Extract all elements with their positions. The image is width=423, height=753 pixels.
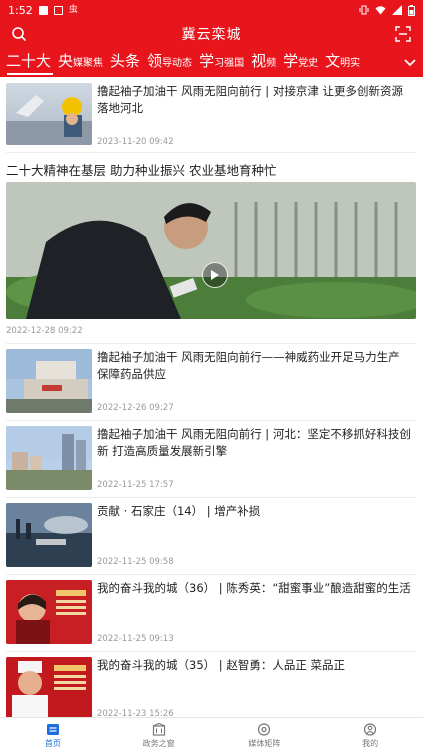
nav-label: 首页 — [44, 738, 61, 748]
news-timestamp: 2022-12-26 09:27 — [97, 403, 174, 413]
tab-sublabel: 明实 — [340, 58, 361, 69]
play-icon — [211, 270, 219, 280]
news-title: 我的奋斗我的城（35） | 赵智勇：人品正 菜品正 — [97, 658, 345, 672]
news-thumbnail — [6, 580, 92, 644]
divider — [6, 152, 417, 153]
nav-home[interactable]: 首页 — [0, 718, 106, 753]
tab-central-media[interactable]: 央 媒聚焦 — [56, 50, 108, 77]
news-item[interactable]: 我的奋斗我的城（35） | 赵智勇：人品正 菜品正 2022-11-23 15:… — [0, 657, 423, 717]
vibrate-icon — [359, 5, 369, 15]
clock: 1:52 — [8, 3, 33, 17]
nav-media-matrix[interactable]: 媒体矩阵 — [212, 718, 318, 753]
video-news-item[interactable]: 二十大精神在基层 助力种业振兴 农业基地育种忙 2022-12-28 09:22 — [0, 155, 423, 341]
notification-icon — [38, 5, 48, 15]
signal-icon — [392, 5, 402, 15]
tab-video[interactable]: 视 频 — [249, 50, 281, 77]
tab-label: 央 — [58, 52, 74, 70]
news-item[interactable]: 贡献 · 石家庄（14） | 增产补损 2022-11-25 09:58 — [0, 503, 423, 575]
app-header: 冀云栾城 — [0, 20, 423, 48]
nav-label: 媒体矩阵 — [248, 738, 281, 748]
news-title: 撸起袖子加油干 风雨无阻向前行 | 对接京津 让更多创新资源落地河北 — [97, 84, 403, 115]
tabs-expand-button[interactable] — [397, 48, 423, 77]
news-thumbnail — [6, 83, 92, 145]
tab-party-history[interactable]: 学 党史 — [281, 50, 323, 77]
tab-sublabel: 导动态 — [162, 58, 193, 69]
news-item[interactable]: 撸起袖子加油干 风雨无阻向前行 | 河北：坚定不移抓好科技创新 打造高质量发展新… — [0, 426, 423, 498]
news-item[interactable]: 撸起袖子加油干 风雨无阻向前行——神威药业开足马力生产 保障药品供应 2022-… — [0, 349, 423, 421]
tab-label: 视 — [251, 52, 267, 70]
tab-label: 头条 — [110, 52, 141, 70]
news-thumbnail — [6, 349, 92, 413]
gallery-notification-icon — [53, 5, 63, 15]
news-timestamp: 2022-11-25 09:58 — [97, 557, 174, 567]
news-timestamp: 2022-11-25 17:57 — [97, 480, 174, 490]
profile-icon — [364, 722, 377, 736]
tab-civilization[interactable]: 文 明实 — [323, 50, 365, 77]
tab-leadership[interactable]: 领 导动态 — [145, 50, 197, 77]
nav-label: 我的 — [362, 738, 379, 748]
nav-profile[interactable]: 我的 — [317, 718, 423, 753]
news-title: 撸起袖子加油干 风雨无阻向前行 | 河北：坚定不移抓好科技创新 打造高质量发展新… — [97, 427, 411, 458]
matrix-icon — [258, 722, 271, 736]
tab-headlines[interactable]: 头条 — [108, 50, 145, 77]
tab-sublabel: 媒聚焦 — [73, 58, 104, 69]
tab-sublabel: 党史 — [298, 58, 319, 69]
video-title: 二十大精神在基层 助力种业振兴 农业基地育种忙 — [6, 163, 277, 178]
tab-sublabel: 频 — [266, 58, 277, 69]
divider — [6, 420, 417, 421]
nav-government[interactable]: 政务之窗 — [106, 718, 212, 753]
tab-label: 文 — [325, 52, 341, 70]
news-thumbnail — [6, 657, 92, 717]
app-notification-icon: 虫 — [68, 4, 78, 15]
government-icon — [152, 722, 165, 736]
news-title: 撸起袖子加油干 风雨无阻向前行——神威药业开足马力生产 保障药品供应 — [97, 350, 400, 381]
news-thumbnail — [6, 426, 92, 490]
news-item[interactable]: 我的奋斗我的城（36） | 陈秀英：“甜蜜事业”酿造甜蜜的生活 2022-11-… — [0, 580, 423, 652]
tab-sublabel: 习强国 — [214, 58, 245, 69]
divider — [6, 651, 417, 652]
tab-study[interactable]: 学 习强国 — [197, 50, 249, 77]
divider — [6, 343, 417, 344]
tab-label: 学 — [283, 52, 299, 70]
news-thumbnail — [6, 503, 92, 567]
home-icon — [46, 723, 59, 735]
news-timestamp: 2022-11-23 15:26 — [97, 709, 174, 717]
news-feed[interactable]: 撸起袖子加油干 风雨无阻向前行 | 对接京津 让更多创新资源落地河北 2023-… — [0, 77, 423, 717]
tab-label: 二十大 — [6, 52, 52, 70]
status-bar: 1:52 虫 — [0, 0, 423, 20]
news-timestamp: 2022-11-25 09:13 — [97, 634, 174, 644]
divider — [6, 574, 417, 575]
news-timestamp: 2023-11-20 09:42 — [97, 137, 174, 147]
scan-icon[interactable] — [395, 26, 411, 42]
video-timestamp: 2022-12-28 09:22 — [6, 326, 83, 336]
app-title: 冀云栾城 — [181, 27, 242, 43]
tab-label: 学 — [199, 52, 215, 70]
chevron-down-icon — [404, 58, 416, 66]
divider — [6, 497, 417, 498]
nav-label: 政务之窗 — [142, 738, 175, 748]
news-item[interactable]: 撸起袖子加油干 风雨无阻向前行 | 对接京津 让更多创新资源落地河北 2023-… — [0, 77, 423, 150]
wifi-icon — [375, 6, 386, 15]
play-button[interactable] — [202, 262, 228, 288]
bottom-nav: 首页 政务之窗 媒体矩阵 我的 — [0, 717, 423, 753]
battery-icon — [408, 4, 415, 16]
news-title: 我的奋斗我的城（36） | 陈秀英：“甜蜜事业”酿造甜蜜的生活 — [97, 581, 411, 595]
video-thumbnail[interactable] — [6, 182, 416, 319]
tab-label: 领 — [147, 52, 163, 70]
news-title: 贡献 · 石家庄（14） | 增产补损 — [97, 504, 261, 518]
category-tabs: 二十大 央 媒聚焦 头条 领 导动态 学 习强国 视 频 学 党史 文 明实 — [0, 48, 423, 77]
tab-ershida[interactable]: 二十大 — [4, 50, 56, 77]
